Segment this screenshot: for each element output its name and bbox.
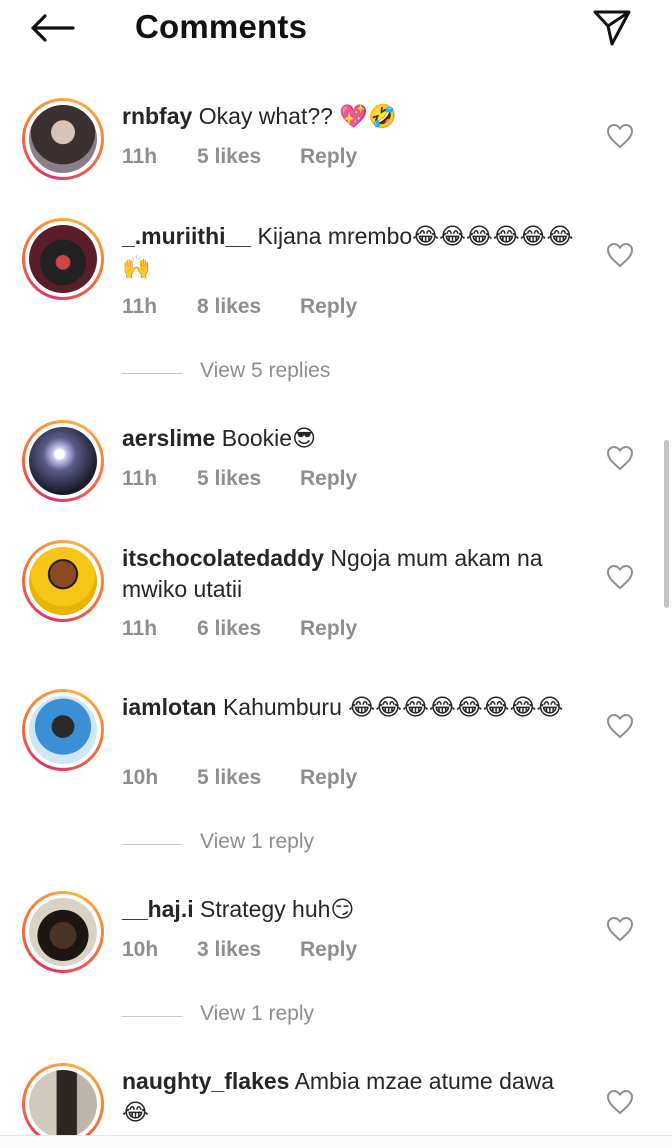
reply-button[interactable]: Reply: [300, 467, 357, 491]
comment-time: 11h: [122, 145, 158, 168]
avatar-ring[interactable]: [22, 218, 104, 300]
avatar: [29, 105, 97, 173]
share-button[interactable]: [590, 6, 634, 48]
like-heart-icon[interactable]: [606, 123, 634, 149]
avatar: [29, 547, 97, 615]
comment-likes[interactable]: 5 likes: [197, 145, 261, 169]
avatar-ring[interactable]: [22, 540, 104, 622]
avatar: [29, 696, 97, 764]
comment-time: 10h: [122, 938, 159, 961]
comment-likes[interactable]: 6 likes: [197, 617, 261, 641]
comment-text: itschocolatedaddy Ngoja mum akam na mwik…: [122, 543, 577, 605]
avatar: [29, 225, 97, 293]
comment-likes[interactable]: 3 likes: [197, 938, 261, 962]
comment-username[interactable]: _.muriithi__: [122, 223, 251, 249]
header-bar: Comments: [0, 0, 672, 60]
comment-body: Bookie😎: [221, 425, 317, 451]
comment-username[interactable]: iamlotan: [122, 694, 217, 720]
comment-username[interactable]: rnbfay: [122, 103, 192, 129]
view-replies-label[interactable]: View 5 replies: [200, 359, 330, 383]
comment-text: iamlotan Kahumburu 😂😂😂😂😂😂😂😂: [122, 692, 577, 723]
comment-text: aerslime Bookie😎: [122, 423, 577, 454]
comment-text: __haj.i Strategy huh😏: [122, 894, 577, 925]
view-replies-label[interactable]: View 1 reply: [200, 830, 314, 854]
bottom-edge: [0, 1135, 672, 1148]
view-replies-label[interactable]: View 1 reply: [200, 1002, 314, 1026]
avatar-ring[interactable]: [22, 98, 104, 180]
avatar: [29, 898, 97, 966]
replies-divider: [122, 373, 182, 374]
like-heart-icon[interactable]: [606, 242, 634, 268]
comment-text: _.muriithi__ Kijana mrembo😂😂😂😂😂😂🙌: [122, 221, 577, 283]
comment-likes[interactable]: 8 likes: [197, 295, 261, 319]
like-heart-icon[interactable]: [606, 713, 634, 739]
avatar: [29, 427, 97, 495]
back-button[interactable]: [26, 8, 78, 48]
avatar: [29, 1070, 97, 1138]
reply-button[interactable]: Reply: [300, 766, 357, 790]
comment-username[interactable]: naughty_flakes: [122, 1068, 289, 1094]
comment-time: 11h: [122, 617, 158, 640]
replies-divider: [122, 1016, 182, 1017]
comment-text: naughty_flakes Ambia mzae atume dawa😂: [122, 1066, 577, 1128]
page-title: Comments: [135, 8, 308, 45]
reply-button[interactable]: Reply: [300, 938, 357, 962]
comment-body: Strategy huh😏: [200, 896, 355, 922]
like-heart-icon[interactable]: [606, 445, 634, 471]
avatar-ring[interactable]: [22, 420, 104, 502]
comment-time: 11h: [122, 467, 158, 490]
like-heart-icon[interactable]: [606, 916, 634, 942]
comment-text: rnbfay Okay what?? 💖🤣: [122, 101, 577, 132]
replies-divider: [122, 844, 182, 845]
comment-time: 10h: [122, 766, 159, 789]
reply-button[interactable]: Reply: [300, 295, 357, 319]
like-heart-icon[interactable]: [606, 1089, 634, 1115]
comment-likes[interactable]: 5 likes: [197, 467, 261, 491]
comment-likes[interactable]: 5 likes: [197, 766, 261, 790]
avatar-ring[interactable]: [22, 1063, 104, 1145]
scrollbar[interactable]: [664, 440, 669, 608]
like-heart-icon[interactable]: [606, 564, 634, 590]
avatar-ring[interactable]: [22, 689, 104, 771]
reply-button[interactable]: Reply: [300, 617, 357, 641]
comment-username[interactable]: itschocolatedaddy: [122, 545, 324, 571]
avatar-ring[interactable]: [22, 891, 104, 973]
back-arrow-icon: [31, 14, 75, 42]
paper-plane-icon: [593, 10, 631, 46]
comment-username[interactable]: aerslime: [122, 425, 215, 451]
reply-button[interactable]: Reply: [300, 145, 357, 169]
comment-time: 11h: [122, 295, 158, 318]
comment-body: Okay what?? 💖🤣: [198, 103, 397, 129]
comment-body: Kahumburu 😂😂😂😂😂😂😂😂: [222, 694, 564, 720]
comment-username[interactable]: __haj.i: [122, 896, 194, 922]
